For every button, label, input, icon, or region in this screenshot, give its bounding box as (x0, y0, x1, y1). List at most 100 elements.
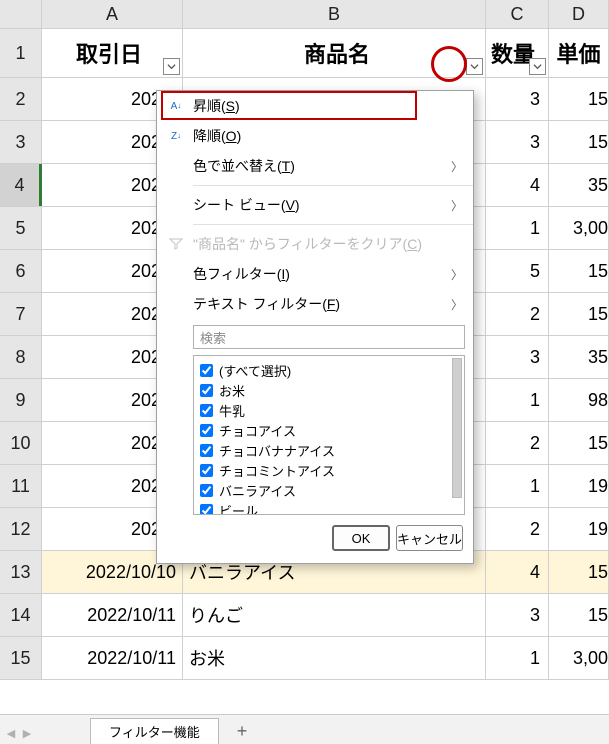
cell-price[interactable]: 15 (549, 121, 609, 163)
row-header[interactable]: 7 (0, 293, 42, 335)
header-price[interactable]: 単価 (549, 29, 609, 77)
filter-value-item[interactable]: (すべて選択) (200, 360, 458, 380)
row-header[interactable]: 1 (0, 29, 42, 77)
cell-qty[interactable]: 1 (486, 207, 549, 249)
menu-sheet-view[interactable]: シート ビュー(V) 〉 (157, 190, 473, 220)
cell-date[interactable]: 2022/10/11 (42, 637, 183, 679)
filter-value-label: 牛乳 (219, 401, 245, 420)
row-header[interactable]: 6 (0, 250, 42, 292)
filter-value-checkbox[interactable] (200, 484, 213, 497)
filter-value-checkbox[interactable] (200, 424, 213, 437)
header-product-label: 商品名 (304, 37, 370, 69)
cell-qty[interactable]: 1 (486, 379, 549, 421)
cell-price[interactable]: 15 (549, 293, 609, 335)
row-header[interactable]: 13 (0, 551, 42, 593)
row-header[interactable]: 12 (0, 508, 42, 550)
sort-desc-icon: Z↓ (165, 131, 187, 142)
filter-value-checkbox[interactable] (200, 504, 213, 516)
cell-price[interactable]: 15 (549, 422, 609, 464)
col-header-B[interactable]: B (183, 0, 486, 28)
row-header[interactable]: 14 (0, 594, 42, 636)
filter-value-label: バニラアイス (219, 481, 296, 500)
cell-price[interactable]: 15 (549, 551, 609, 593)
funnel-clear-icon (165, 237, 187, 251)
header-qty[interactable]: 数量 (486, 29, 549, 77)
cell-qty[interactable]: 2 (486, 508, 549, 550)
col-header-C[interactable]: C (486, 0, 549, 28)
cell-qty[interactable]: 3 (486, 594, 549, 636)
cell-price[interactable]: 3,00 (549, 207, 609, 249)
menu-sort-asc[interactable]: A↓ 昇順(S) (157, 91, 473, 121)
cell-qty[interactable]: 2 (486, 422, 549, 464)
menu-sort-desc[interactable]: Z↓ 降順(O) (157, 121, 473, 151)
filter-value-item[interactable]: チョコバナナアイス (200, 440, 458, 460)
sheet-nav-arrows[interactable]: ◀▶ (4, 727, 34, 740)
cell-qty[interactable]: 1 (486, 465, 549, 507)
filter-value-item[interactable]: 牛乳 (200, 400, 458, 420)
menu-sort-by-color-label: 色で並べ替え(T) (187, 156, 451, 176)
filter-values-list[interactable]: (すべて選択)お米牛乳チョコアイスチョコバナナアイスチョコミントアイスバニラアイ… (193, 355, 465, 515)
ok-button[interactable]: OK (332, 525, 390, 551)
row-header[interactable]: 3 (0, 121, 42, 163)
menu-text-filter[interactable]: テキスト フィルター(F) 〉 (157, 289, 473, 319)
row-header[interactable]: 15 (0, 637, 42, 679)
row-header[interactable]: 9 (0, 379, 42, 421)
row-header[interactable]: 8 (0, 336, 42, 378)
cell-product[interactable]: りんご (183, 594, 486, 636)
row-header[interactable]: 11 (0, 465, 42, 507)
cell-price[interactable]: 35 (549, 164, 609, 206)
row-header[interactable]: 2 (0, 78, 42, 120)
menu-color-filter[interactable]: 色フィルター(I) 〉 (157, 259, 473, 289)
menu-sort-by-color[interactable]: 色で並べ替え(T) 〉 (157, 151, 473, 181)
cell-qty[interactable]: 3 (486, 336, 549, 378)
row-header[interactable]: 10 (0, 422, 42, 464)
cell-qty[interactable]: 4 (486, 551, 549, 593)
row-header[interactable]: 5 (0, 207, 42, 249)
sheet-tab[interactable]: フィルター機能 (90, 718, 219, 744)
cell-price[interactable]: 15 (549, 78, 609, 120)
filter-value-checkbox[interactable] (200, 404, 213, 417)
filter-button-qty[interactable] (529, 58, 546, 75)
table-row: 142022/10/11りんご315 (0, 594, 609, 637)
filter-value-item[interactable]: バニラアイス (200, 480, 458, 500)
filter-button-product[interactable] (466, 58, 483, 75)
select-all-cell[interactable] (0, 0, 42, 28)
scrollbar-thumb[interactable] (452, 358, 462, 498)
header-product[interactable]: 商品名 (183, 29, 486, 77)
cell-qty[interactable]: 3 (486, 121, 549, 163)
header-date-label: 取引日 (76, 37, 142, 69)
cell-qty[interactable]: 3 (486, 78, 549, 120)
cell-qty[interactable]: 2 (486, 293, 549, 335)
add-sheet-button[interactable]: + (219, 718, 266, 744)
cell-qty[interactable]: 5 (486, 250, 549, 292)
cell-price[interactable]: 19 (549, 508, 609, 550)
filter-button-date[interactable] (163, 58, 180, 75)
cell-price[interactable]: 15 (549, 250, 609, 292)
menu-sort-desc-label: 降順(O) (187, 126, 463, 146)
filter-value-item[interactable]: チョコアイス (200, 420, 458, 440)
filter-value-label: (すべて選択) (219, 361, 291, 380)
cell-date[interactable]: 2022/10/11 (42, 594, 183, 636)
filter-value-checkbox[interactable] (200, 444, 213, 457)
col-header-D[interactable]: D (549, 0, 609, 28)
header-date[interactable]: 取引日 (42, 29, 183, 77)
filter-value-checkbox[interactable] (200, 384, 213, 397)
filter-search-input[interactable]: 検索 (193, 325, 465, 349)
cell-qty[interactable]: 4 (486, 164, 549, 206)
filter-value-item[interactable]: ビール (200, 500, 458, 515)
cell-qty[interactable]: 1 (486, 637, 549, 679)
filter-dropdown-menu: A↓ 昇順(S) Z↓ 降順(O) 色で並べ替え(T) 〉 シート ビュー(V)… (156, 90, 474, 564)
filter-value-item[interactable]: お米 (200, 380, 458, 400)
cell-price[interactable]: 3,00 (549, 637, 609, 679)
filter-value-checkbox[interactable] (200, 364, 213, 377)
row-header[interactable]: 4 (0, 164, 42, 206)
col-header-A[interactable]: A (42, 0, 183, 28)
cancel-button[interactable]: キャンセル (396, 525, 463, 551)
filter-value-item[interactable]: チョコミントアイス (200, 460, 458, 480)
filter-value-checkbox[interactable] (200, 464, 213, 477)
cell-price[interactable]: 15 (549, 594, 609, 636)
cell-product[interactable]: お米 (183, 637, 486, 679)
cell-price[interactable]: 35 (549, 336, 609, 378)
cell-price[interactable]: 98 (549, 379, 609, 421)
cell-price[interactable]: 19 (549, 465, 609, 507)
